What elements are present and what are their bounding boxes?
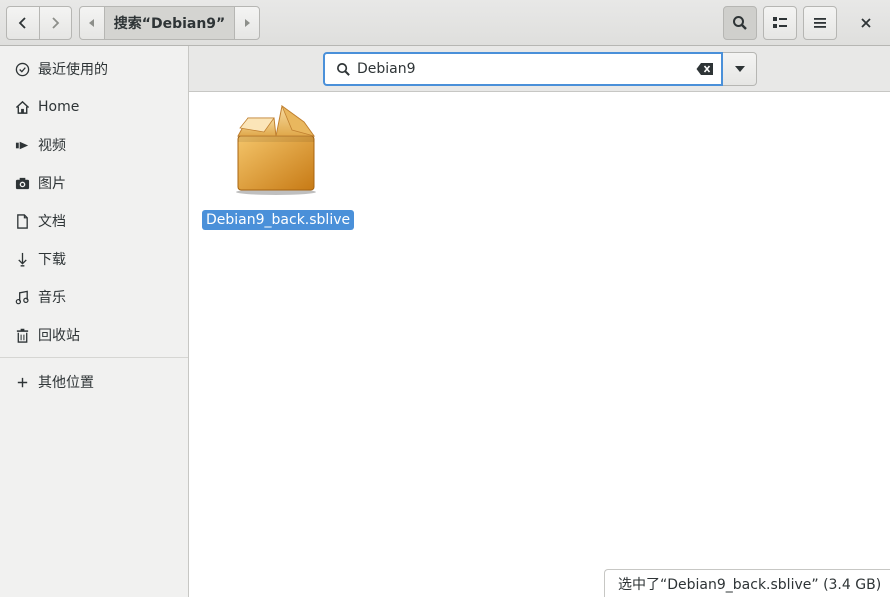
music-icon <box>14 289 30 305</box>
sidebar-item-label: 回收站 <box>38 328 80 344</box>
sidebar-item-label: Home <box>38 99 80 115</box>
sidebar-item-label: 音乐 <box>38 290 66 306</box>
search-toggle-button[interactable] <box>723 6 757 40</box>
sidebar-item-downloads[interactable]: 下载 <box>0 240 188 278</box>
sidebar-item-recent[interactable]: 最近使用的 <box>0 50 188 88</box>
file-item[interactable]: Debian9_back.sblive <box>201 102 355 230</box>
sidebar-item-label: 最近使用的 <box>38 62 108 78</box>
path-scroll-right-button[interactable] <box>234 7 259 39</box>
chevron-down-icon <box>734 66 745 72</box>
search-input[interactable]: Debian9 <box>323 52 723 86</box>
recent-clock-icon <box>14 61 30 77</box>
list-view-icon <box>773 17 787 28</box>
sidebar-item-music[interactable]: 音乐 <box>0 278 188 316</box>
file-view: Debian9_back.sblive <box>189 92 890 597</box>
video-icon <box>14 137 30 153</box>
download-icon <box>14 251 30 267</box>
close-button[interactable] <box>853 12 879 34</box>
package-box-icon <box>236 104 316 195</box>
header-bar: 搜索“Debian9” <box>0 0 890 46</box>
chevron-left-icon <box>18 17 26 29</box>
home-icon <box>14 99 30 115</box>
plus-icon <box>14 374 30 390</box>
backspace-clear-icon <box>696 63 713 75</box>
sidebar-item-label: 视频 <box>38 138 66 154</box>
document-icon <box>14 213 30 229</box>
back-button[interactable] <box>7 7 40 39</box>
search-icon <box>733 16 747 30</box>
places-sidebar: 最近使用的 Home 视频 图片 文档 下载 音乐 回收站 其他位置 <box>0 46 189 597</box>
sidebar-separator <box>0 357 188 358</box>
triangle-left-icon <box>89 19 94 27</box>
sidebar-item-trash[interactable]: 回收站 <box>0 316 188 354</box>
sidebar-item-label: 图片 <box>38 176 66 192</box>
selection-status: 选中了“Debian9_back.sblive” (3.4 GB) <box>604 569 890 597</box>
menu-button[interactable] <box>803 6 837 40</box>
search-input-text: Debian9 <box>357 61 416 77</box>
sidebar-item-videos[interactable]: 视频 <box>0 126 188 164</box>
search-icon <box>331 62 355 77</box>
history-nav <box>6 6 72 40</box>
close-icon <box>861 18 871 28</box>
hamburger-icon <box>814 18 826 28</box>
sidebar-item-documents[interactable]: 文档 <box>0 202 188 240</box>
sidebar-item-label: 文档 <box>38 214 66 230</box>
sidebar-item-label: 其他位置 <box>38 375 94 391</box>
clear-search-button[interactable] <box>693 62 717 76</box>
search-bar: Debian9 <box>189 46 890 92</box>
path-scroll-left-button[interactable] <box>80 7 105 39</box>
sidebar-item-other-locations[interactable]: 其他位置 <box>0 363 188 401</box>
view-mode-button[interactable] <box>763 6 797 40</box>
search-options-dropdown[interactable] <box>723 52 757 86</box>
chevron-right-icon <box>52 17 60 29</box>
sidebar-item-home[interactable]: Home <box>0 88 188 126</box>
sidebar-item-pictures[interactable]: 图片 <box>0 164 188 202</box>
sidebar-item-label: 下载 <box>38 252 66 268</box>
path-crumb-search[interactable]: 搜索“Debian9” <box>105 7 234 39</box>
camera-icon <box>14 175 30 191</box>
file-name-label: Debian9_back.sblive <box>202 210 355 230</box>
forward-button[interactable] <box>40 7 72 39</box>
triangle-right-icon <box>245 19 250 27</box>
trash-icon <box>14 327 30 343</box>
path-bar: 搜索“Debian9” <box>79 6 260 40</box>
